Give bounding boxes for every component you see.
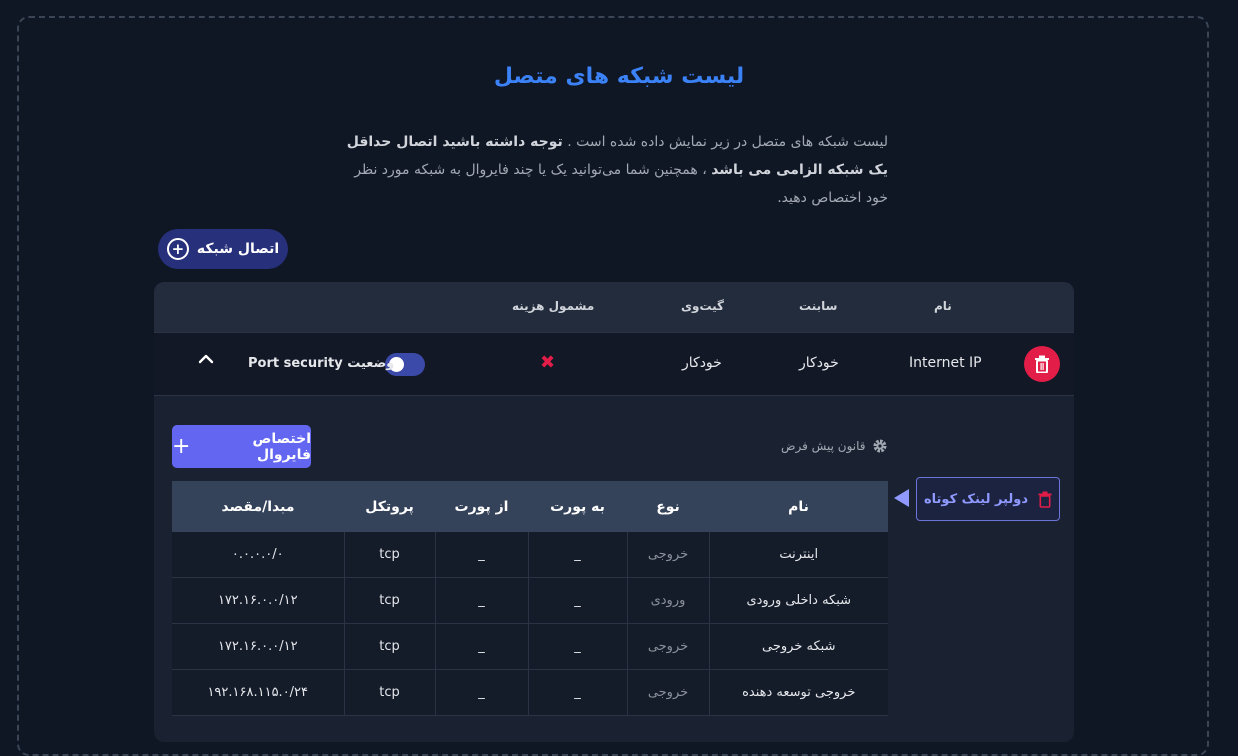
arrow-left-icon: [894, 489, 909, 507]
port-security-label: Port security وضعیت: [248, 356, 394, 371]
rules-header-from-port: از پورت: [435, 481, 528, 532]
assign-firewall-button[interactable]: اختصاص فایروال +: [172, 425, 311, 468]
rule-address: ۰.۰.۰.۰/۰: [172, 532, 344, 578]
page-description: لیست شبکه های متصل در زیر نمایش داده شده…: [340, 128, 888, 212]
header-subnet: سابنت: [799, 299, 838, 313]
rule-protocol: tcp: [343, 669, 435, 716]
rule-address: ۱۷۲.۱۶.۰.۰/۱۲: [172, 577, 344, 624]
not-billable-x-icon: ✖: [540, 352, 556, 373]
rule-type: خروجی: [626, 532, 709, 578]
table-row: خروجی توسعه دهنده خروجی _ _ tcp ۱۹۲.۱۶۸.…: [172, 669, 888, 716]
rule-protocol: tcp: [343, 623, 435, 670]
table-row: شبکه خروجی خروجی _ _ tcp ۱۷۲.۱۶.۰.۰/۱۲: [172, 623, 888, 670]
rules-header-type: نوع: [627, 481, 709, 532]
status-text: وضعیت: [347, 356, 395, 371]
rule-to-port: _: [527, 669, 627, 716]
header-billing: مشمول هزینه: [512, 299, 595, 313]
rule-from-port: _: [434, 669, 528, 716]
connect-network-button[interactable]: اتصال شبکه +: [158, 229, 288, 269]
network-card: نام سابنت گیت‌وی مشمول هزینه Internet IP…: [154, 282, 1074, 742]
firewall-tag-name: دولپر لینک کوتاه: [923, 491, 1029, 507]
firewall-rules-table: نام نوع به پورت از پورت پروتکل مبدا/مقصد…: [172, 481, 888, 716]
network-gateway: خودکار: [682, 355, 722, 371]
rule-from-port: _: [434, 623, 528, 670]
header-name: نام: [934, 299, 952, 313]
connect-network-label: اتصال شبکه: [196, 241, 280, 257]
network-subnet: خودکار: [799, 355, 839, 371]
rule-to-port: _: [527, 532, 627, 578]
add-circle-icon: +: [166, 238, 189, 260]
rules-header-name: نام: [709, 481, 888, 532]
gear-icon: [873, 439, 886, 453]
rules-header-protocol: پروتکل: [344, 481, 435, 532]
rule-type: خروجی: [626, 623, 709, 670]
rule-name: اینترنت: [708, 532, 888, 578]
network-row: Internet IP خودکار خودکار ✖ Port securit…: [154, 332, 1074, 396]
delete-network-button[interactable]: [1024, 346, 1060, 382]
firewall-tag[interactable]: دولپر لینک کوتاه: [916, 477, 1060, 521]
description-text: لیست شبکه های متصل در زیر نمایش داده شده…: [562, 134, 888, 150]
rule-to-port: _: [527, 623, 627, 670]
assign-firewall-label: اختصاص فایروال: [252, 430, 312, 463]
header-gateway: گیت‌وی: [681, 299, 725, 313]
rule-type: خروجی: [626, 669, 709, 716]
default-rule-label: قانون پیش فرض: [781, 439, 866, 453]
page-title: لیست شبکه های متصل: [493, 64, 745, 89]
rule-protocol: tcp: [343, 532, 435, 578]
rule-address: ۱۷۲.۱۶.۰.۰/۱۲: [172, 623, 344, 670]
network-name: Internet IP: [909, 355, 982, 371]
rule-name: شبکه خروجی: [708, 623, 888, 670]
rule-address: ۱۹۲.۱۶۸.۱۱۵.۰/۲۴: [172, 669, 344, 716]
trash-icon: [1035, 355, 1049, 373]
trash-icon[interactable]: [1038, 491, 1052, 508]
rules-header-row: نام نوع به پورت از پورت پروتکل مبدا/مقصد: [172, 481, 888, 532]
rule-protocol: tcp: [343, 577, 435, 624]
table-row: شبکه داخلی ورودی ورودی _ _ tcp ۱۷۲.۱۶.۰.…: [172, 577, 888, 624]
rules-header-to-port: به پورت: [528, 481, 627, 532]
rule-name: خروجی توسعه دهنده: [708, 669, 888, 716]
rule-type: ورودی: [626, 577, 709, 624]
rule-name: شبکه داخلی ورودی: [708, 577, 888, 624]
network-table-header: نام سابنت گیت‌وی مشمول هزینه: [154, 282, 1074, 332]
plus-icon: +: [172, 433, 191, 459]
rule-from-port: _: [434, 577, 528, 624]
chevron-up-icon[interactable]: [198, 351, 214, 367]
rule-from-port: _: [434, 532, 528, 578]
rules-header-address: مبدا/مقصد: [172, 481, 344, 532]
port-security-text: Port security: [248, 356, 343, 371]
rule-to-port: _: [527, 577, 627, 624]
default-rule: قانون پیش فرض: [781, 438, 888, 454]
table-row: اینترنت خروجی _ _ tcp ۰.۰.۰.۰/۰: [172, 532, 888, 578]
